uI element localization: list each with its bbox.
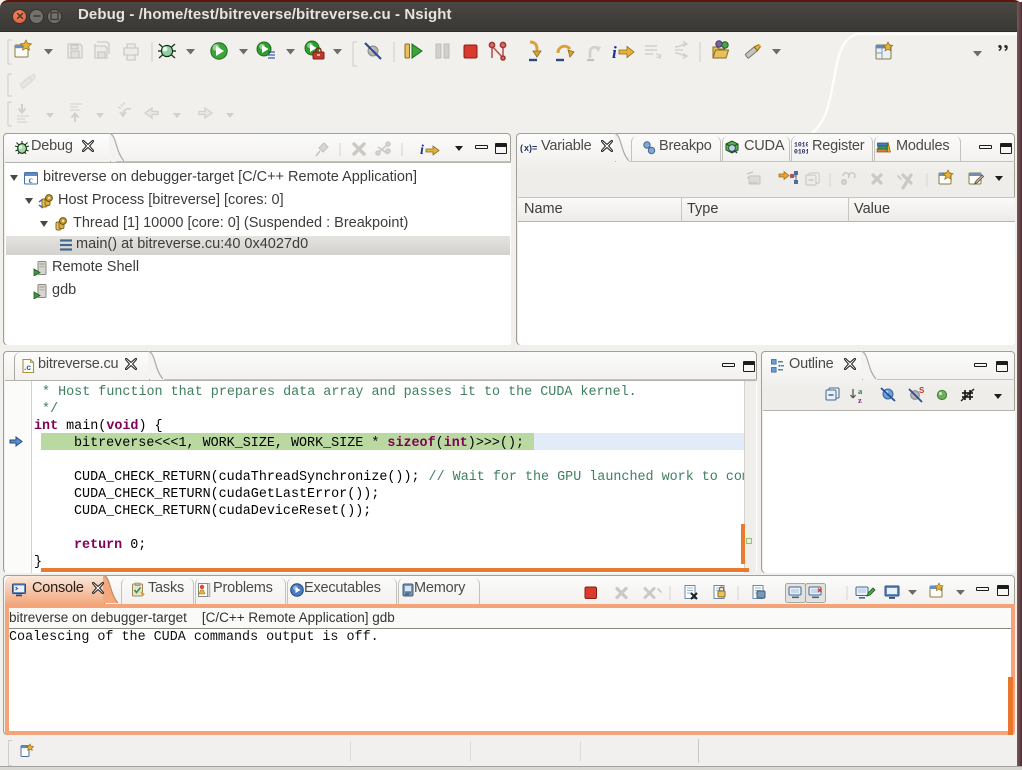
svg-text:)=: )= bbox=[529, 143, 537, 153]
svg-text:S: S bbox=[919, 386, 925, 395]
svg-text:c: c bbox=[29, 176, 33, 186]
svg-text:1010: 1010 bbox=[794, 142, 808, 149]
svg-text:0101: 0101 bbox=[794, 149, 808, 156]
svg-text:(: ( bbox=[520, 143, 523, 153]
svg-text:...: ... bbox=[750, 181, 757, 185]
svg-text:z: z bbox=[858, 395, 862, 405]
svg-text:i: i bbox=[612, 43, 617, 62]
svg-text:i: i bbox=[420, 143, 424, 158]
svg-text:.c: .c bbox=[24, 362, 31, 372]
